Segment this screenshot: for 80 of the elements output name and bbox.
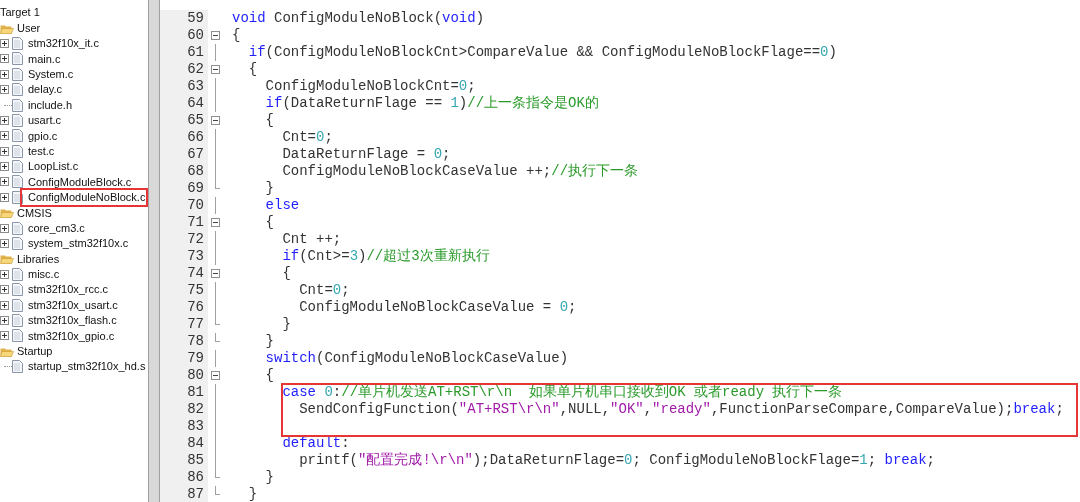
- code-line: Cnt=0;: [281, 129, 333, 146]
- line-number: 70: [160, 197, 208, 214]
- line-number: 68: [160, 163, 208, 180]
- line-number: 65: [160, 112, 208, 129]
- tree-item[interactable]: stm32f10x_rcc.c: [28, 281, 109, 298]
- code-line: else: [264, 197, 300, 214]
- code-line: if(Cnt>=3)//超过3次重新执行: [281, 248, 490, 265]
- tree-item[interactable]: gpio.c: [28, 127, 58, 145]
- code-line: {: [281, 265, 291, 282]
- code-line: DataReturnFlage = 0;: [281, 146, 451, 163]
- code-line: printf("配置完成!\r\n");DataReturnFlage=0; ConfigModuleNoBlockFlage=1; break;: [298, 452, 935, 469]
- code-line: }: [281, 316, 291, 333]
- code-line: }: [264, 333, 274, 350]
- tree-item[interactable]: test.c: [28, 142, 55, 160]
- line-number: 66: [160, 129, 208, 146]
- tree-item[interactable]: stm32f10x_gpio.c: [28, 327, 115, 345]
- tree-item[interactable]: system_stm32f10x.c: [28, 235, 129, 252]
- tree-item[interactable]: User: [17, 19, 41, 37]
- code-line: Cnt=0;: [298, 282, 350, 299]
- line-number: 78: [160, 333, 208, 350]
- code-line: {: [232, 27, 241, 44]
- code-line: ConfigModuleNoBlockCaseValue ++;//执行下一条: [281, 163, 639, 180]
- line-number: 63: [160, 78, 208, 95]
- tree-item[interactable]: stm32f10x_it.c: [28, 35, 99, 52]
- code-line: }: [264, 180, 274, 197]
- tree-item[interactable]: Startup: [17, 343, 53, 360]
- line-number: 71: [160, 214, 208, 231]
- line-number: 64: [160, 95, 208, 112]
- code-line: }: [247, 486, 258, 502]
- code-line: }: [264, 469, 274, 486]
- line-number: 75: [160, 282, 208, 299]
- line-number: 81: [160, 384, 208, 401]
- line-number: 85: [160, 452, 208, 469]
- code-line: if(ConfigModuleNoBlockCnt>CompareValue && ConfigModuleNoBlockFlage==0): [247, 44, 837, 61]
- tree-item[interactable]: System.c: [28, 66, 74, 83]
- line-number: 87: [160, 486, 208, 502]
- code-line: {: [247, 61, 258, 78]
- tree-item[interactable]: LoopList.c: [28, 158, 79, 175]
- line-number: 80: [160, 367, 208, 384]
- code-line: ConfigModuleNoBlockCaseValue = 0;: [298, 299, 577, 316]
- code-line: SendConfigFunction("AT+RST\r\n",NULL,"OK","ready",FunctionParseCompare,CompareValue);break;: [298, 401, 1064, 418]
- line-number: 83: [160, 418, 208, 435]
- code-line: Cnt ++;: [281, 231, 342, 248]
- tree-item[interactable]: usart.c: [28, 112, 61, 129]
- line-number: 61: [160, 44, 208, 61]
- tree-item[interactable]: main.c: [28, 50, 61, 68]
- code-line: {: [264, 367, 274, 384]
- code-line: void ConfigModuleNoBlock(void): [232, 10, 485, 27]
- tree-item[interactable]: include.h: [28, 96, 73, 114]
- tree-item[interactable]: startup_stm32f10x_hd.s: [28, 358, 146, 375]
- line-number: 84: [160, 435, 208, 452]
- code-line: {: [264, 112, 274, 129]
- line-number: 73: [160, 248, 208, 265]
- code-line: switch(ConfigModuleNoBlockCaseValue): [264, 350, 569, 367]
- line-number: 79: [160, 350, 208, 367]
- code-line: case 0://单片机发送AT+RST\r\n 如果单片机串口接收到OK 或者ready 执行下一条: [281, 384, 843, 401]
- line-number: 77: [160, 316, 208, 333]
- tree-item[interactable]: Target 1: [0, 4, 40, 21]
- code-line: if(DataReturnFlage == 1)//上一条指令是OK的: [264, 95, 599, 112]
- tree-item[interactable]: Libraries: [17, 250, 60, 268]
- tree-item[interactable]: ConfigModuleNoBlock.c: [28, 189, 146, 206]
- line-number: 69: [160, 180, 208, 197]
- tree-item[interactable]: CMSIS: [17, 204, 52, 222]
- tree-item[interactable]: misc.c: [28, 266, 60, 283]
- tree-item[interactable]: stm32f10x_usart.c: [28, 296, 118, 314]
- line-number: 62: [160, 61, 208, 78]
- tree-item[interactable]: core_cm3.c: [28, 219, 85, 237]
- tree-item[interactable]: ConfigModuleBlock.c: [28, 173, 132, 191]
- code-line: ConfigModuleNoBlockCnt=0;: [264, 78, 476, 95]
- line-number: 72: [160, 231, 208, 248]
- line-number: 67: [160, 146, 208, 163]
- line-number: 76: [160, 299, 208, 316]
- code-line: {: [264, 214, 274, 231]
- line-number: 86: [160, 469, 208, 486]
- tree-item[interactable]: stm32f10x_flash.c: [28, 312, 117, 329]
- line-number: 74: [160, 265, 208, 282]
- tree-item[interactable]: delay.c: [28, 81, 63, 98]
- line-number: 60: [160, 27, 208, 44]
- line-number: 59: [160, 10, 208, 27]
- line-number: 82: [160, 401, 208, 418]
